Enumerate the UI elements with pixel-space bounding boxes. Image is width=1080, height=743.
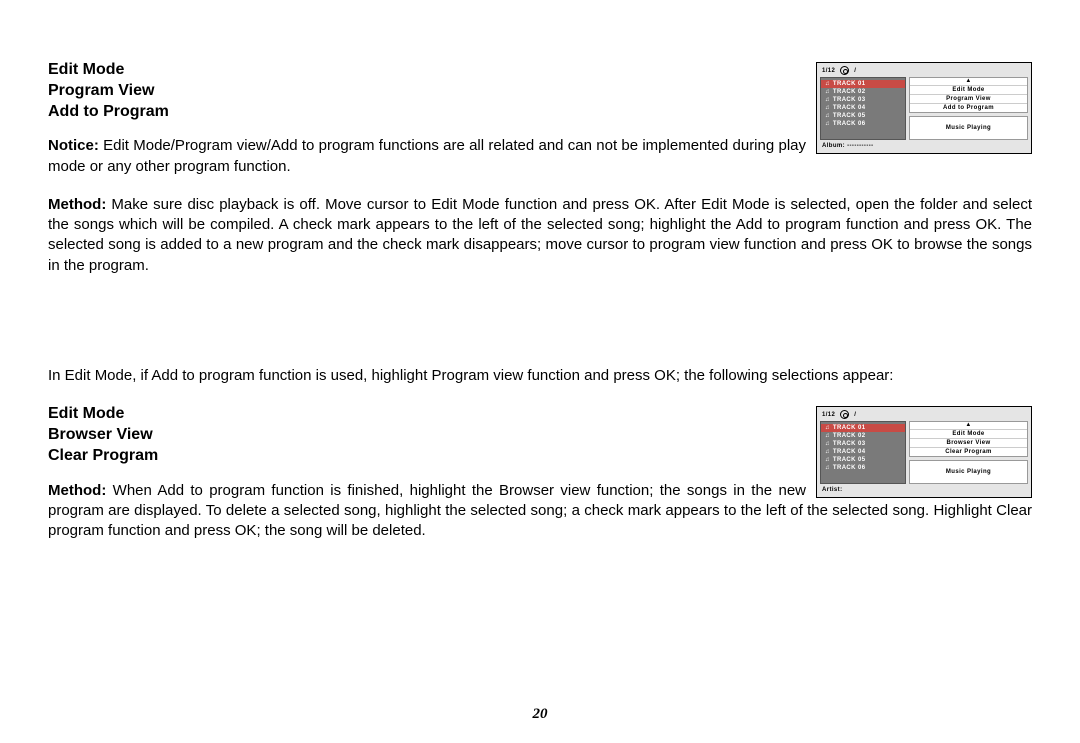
music-playing-panel: Music Playing: [909, 116, 1028, 140]
music-note-icon: ♫: [825, 449, 830, 455]
track-row: ♫TRACK 02: [821, 432, 905, 440]
track-row: ♫TRACK 06: [821, 464, 905, 472]
fig2-counter: 1/12: [822, 412, 835, 418]
method-paragraph-1: Method: Make sure disc playback is off. …: [48, 195, 1032, 276]
track-row: ♫TRACK 02: [821, 88, 905, 96]
menu-options: ▲ Edit Mode Browser View Clear Program: [909, 421, 1028, 457]
track-row: ♫TRACK 01: [821, 80, 905, 88]
music-note-icon: ♫: [825, 105, 830, 111]
menu-item: Clear Program: [910, 448, 1027, 456]
mid-paragraph: In Edit Mode, if Add to program function…: [48, 366, 1032, 386]
music-note-icon: ♫: [825, 81, 830, 87]
music-playing-panel: Music Playing: [909, 460, 1028, 484]
menu-item: Edit Mode: [910, 430, 1027, 439]
up-arrow-icon: ▲: [910, 422, 1027, 430]
track-row: ♫TRACK 05: [821, 112, 905, 120]
menu-item: Add to Program: [910, 104, 1027, 112]
track-list: ♫TRACK 01 ♫TRACK 02 ♫TRACK 03 ♫TRACK 04 …: [820, 421, 906, 484]
track-row: ♫TRACK 03: [821, 96, 905, 104]
music-note-icon: ♫: [825, 113, 830, 119]
music-note-icon: ♫: [825, 121, 830, 127]
figure-program-view: 1/12 / ♫TRACK 01 ♫TRACK 02 ♫TRACK 03 ♫TR…: [816, 62, 1032, 154]
disc-icon: [840, 410, 849, 419]
menu-options: ▲ Edit Mode Program View Add to Program: [909, 77, 1028, 113]
up-arrow-icon: ▲: [910, 78, 1027, 86]
disc-icon: [840, 66, 849, 75]
track-row: ♫TRACK 04: [821, 448, 905, 456]
menu-item: Edit Mode: [910, 86, 1027, 95]
figure-browser-view: 1/12 / ♫TRACK 01 ♫TRACK 02 ♫TRACK 03 ♫TR…: [816, 406, 1032, 498]
music-note-icon: ♫: [825, 97, 830, 103]
music-note-icon: ♫: [825, 89, 830, 95]
menu-item: Browser View: [910, 439, 1027, 448]
page-number: 20: [0, 706, 1080, 723]
music-note-icon: ♫: [825, 441, 830, 447]
fig2-footer: Artist:: [820, 484, 1028, 494]
music-note-icon: ♫: [825, 425, 830, 431]
fig2-slash: /: [854, 412, 856, 418]
track-row: ♫TRACK 01: [821, 424, 905, 432]
music-note-icon: ♫: [825, 465, 830, 471]
track-row: ♫TRACK 05: [821, 456, 905, 464]
menu-item: Program View: [910, 95, 1027, 104]
track-row: ♫TRACK 06: [821, 120, 905, 128]
music-note-icon: ♫: [825, 433, 830, 439]
fig1-slash: /: [854, 68, 856, 74]
track-row: ♫TRACK 03: [821, 440, 905, 448]
music-note-icon: ♫: [825, 457, 830, 463]
fig1-counter: 1/12: [822, 68, 835, 74]
track-row: ♫TRACK 04: [821, 104, 905, 112]
fig1-footer: Album: -----------: [820, 140, 1028, 150]
track-list: ♫TRACK 01 ♫TRACK 02 ♫TRACK 03 ♫TRACK 04 …: [820, 77, 906, 140]
